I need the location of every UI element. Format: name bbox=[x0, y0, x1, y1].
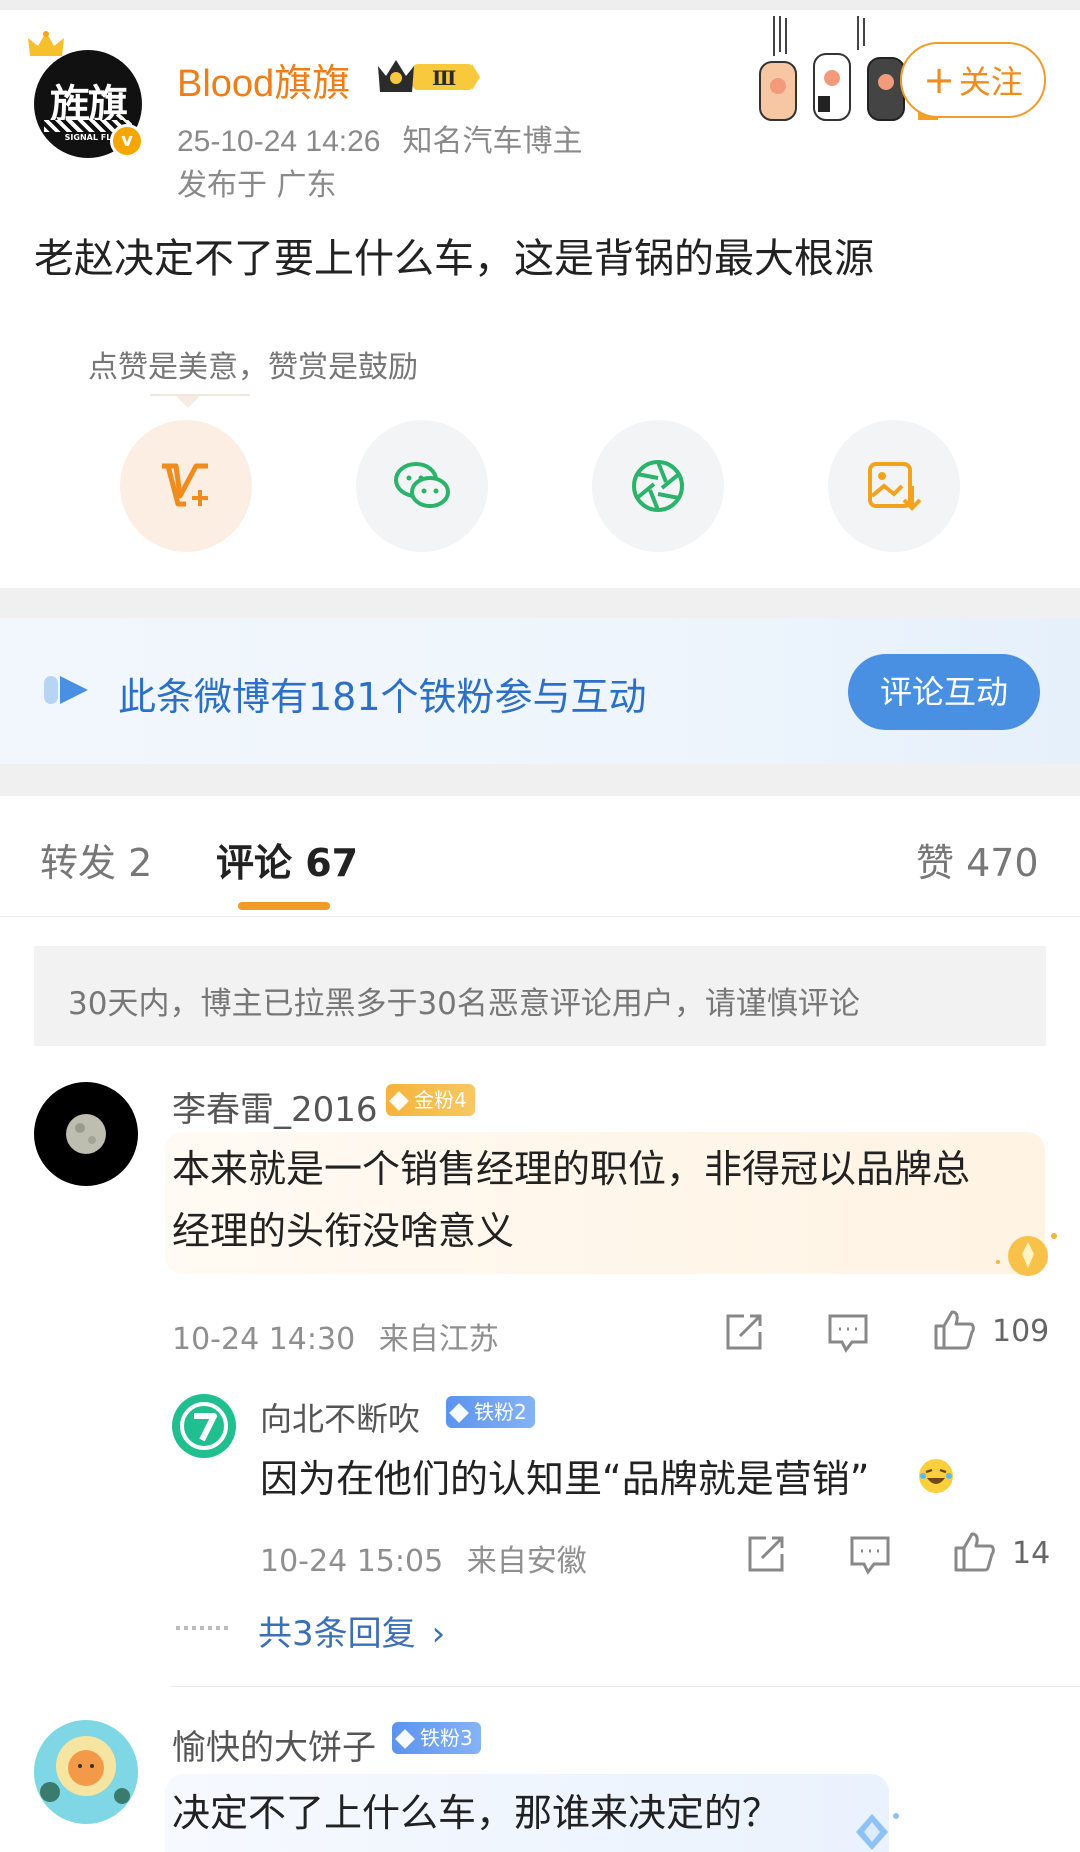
laughing-emoji-icon bbox=[919, 1459, 953, 1493]
fan-gem-icon bbox=[449, 1403, 469, 1423]
reply-avatar[interactable] bbox=[172, 1394, 236, 1458]
chevron-right-icon: › bbox=[431, 1614, 446, 1654]
tab-forward[interactable]: 转发 2 bbox=[40, 832, 152, 887]
like-thumb-icon[interactable] bbox=[952, 1530, 996, 1574]
commenter-avatar[interactable] bbox=[34, 1720, 138, 1824]
comment-icon[interactable] bbox=[826, 1310, 870, 1354]
commenter-name[interactable]: 愉快的大饼子 bbox=[172, 1720, 376, 1769]
fan-badge-label: 铁粉3 bbox=[420, 1726, 473, 1750]
tab-likes[interactable]: 赞 470 bbox=[916, 832, 1039, 887]
reply-source: 来自安徽 bbox=[466, 1544, 587, 1579]
comment-icon[interactable] bbox=[848, 1532, 892, 1576]
post-timestamp: 25-10-24 14:26 bbox=[177, 125, 381, 158]
view-replies-link[interactable]: 共3条回复 › bbox=[258, 1606, 445, 1655]
tab-comments[interactable]: 评论 67 bbox=[216, 832, 358, 887]
plus-icon: + bbox=[923, 58, 955, 102]
commenter-name[interactable]: 李春雷_2016 bbox=[172, 1082, 378, 1131]
fan-badge-label: 金粉4 bbox=[414, 1088, 467, 1112]
comment-time: 10-24 14:30 bbox=[172, 1322, 356, 1357]
fan-badge: 金粉4 bbox=[386, 1084, 475, 1116]
save-image-button[interactable] bbox=[828, 420, 960, 552]
reply-text: 因为在他们的认知里“品牌就是营销” bbox=[260, 1457, 870, 1501]
reward-hint: 点赞是美意，赞赏是鼓励 bbox=[88, 350, 418, 385]
author-title: 知名汽车博主 bbox=[402, 125, 583, 158]
verified-badge-icon: v bbox=[110, 124, 144, 158]
repost-icon[interactable] bbox=[722, 1310, 766, 1354]
replies-link-label: 共3条回复 bbox=[258, 1614, 416, 1654]
post-text: 老赵决定不了要上什么车，这是背锅的最大根源 bbox=[34, 236, 874, 282]
fan-badge: 铁粉3 bbox=[392, 1722, 481, 1754]
section-divider bbox=[0, 588, 1080, 618]
reward-button[interactable] bbox=[120, 420, 252, 552]
reward-hint-underline bbox=[150, 394, 250, 396]
gold-medal-decoration-icon bbox=[996, 1233, 1057, 1276]
tab-divider bbox=[0, 916, 1080, 917]
fans-interaction-text: 此条微博有181个铁粉参与互动 bbox=[118, 675, 647, 719]
fan-gem-icon bbox=[395, 1729, 415, 1749]
commenter-avatar[interactable] bbox=[34, 1082, 138, 1186]
moon-avatar-icon bbox=[66, 1114, 106, 1154]
author-name[interactable]: Blood旗旗 bbox=[177, 52, 350, 107]
share-wechat-button[interactable] bbox=[356, 420, 488, 552]
comment-source: 来自江苏 bbox=[378, 1322, 499, 1357]
replies-dots bbox=[176, 1626, 232, 1630]
fan-badge-label: 铁粉2 bbox=[474, 1400, 527, 1424]
comment-text: 本来就是一个销售经理的职位，非得冠以品牌总 经理的头衔没啥意义 bbox=[172, 1138, 970, 1262]
fan-badge: 铁粉2 bbox=[446, 1396, 535, 1428]
number-seven-avatar-icon bbox=[180, 1402, 228, 1450]
reply-user-name[interactable]: 向北不断吹 bbox=[260, 1394, 420, 1440]
crown-icon bbox=[28, 31, 64, 56]
vip-level: Ⅲ bbox=[432, 66, 456, 90]
like-count: 14 bbox=[1012, 1536, 1051, 1571]
moments-aperture-icon bbox=[632, 460, 684, 512]
follow-label: 关注 bbox=[958, 63, 1023, 101]
notice-text: 30天内，博主已拉黑多于30名恶意评论用户，请谨慎评论 bbox=[68, 986, 860, 1022]
blue-diamond-decoration-icon bbox=[856, 1813, 899, 1850]
comment-interact-button[interactable]: 评论互动 bbox=[848, 654, 1040, 730]
post-location: 发布于 广东 bbox=[177, 168, 337, 203]
reward-hint-caret-icon bbox=[176, 396, 200, 408]
fan-gem-icon bbox=[389, 1091, 409, 1111]
comment-notice: 30天内，博主已拉黑多于30名恶意评论用户，请谨慎评论 bbox=[34, 946, 1046, 1046]
wechat-icon bbox=[394, 462, 450, 508]
comment-separator bbox=[170, 1686, 1080, 1687]
share-moments-button[interactable] bbox=[592, 420, 724, 552]
reply-time: 10-24 15:05 bbox=[260, 1544, 444, 1579]
post-meta: 25-10-24 14:26 知名汽车博主 bbox=[177, 116, 583, 160]
top-strip bbox=[0, 0, 1080, 10]
fans-interaction-icon bbox=[44, 676, 88, 704]
reward-v-plus-icon bbox=[162, 463, 208, 507]
section-divider bbox=[0, 764, 1080, 796]
vip-crown-badge-icon[interactable]: Ⅲ bbox=[376, 56, 482, 96]
reply-meta: 10-24 15:05 来自安徽 bbox=[260, 1536, 587, 1580]
follow-button[interactable]: + 关注 bbox=[900, 42, 1046, 118]
comment-text: 决定不了上什么车，那谁来决定的？ bbox=[172, 1791, 781, 1835]
like-thumb-icon[interactable] bbox=[932, 1308, 976, 1352]
image-download-icon bbox=[868, 462, 922, 511]
comment-text-line: 经理的头衔没啥意义 bbox=[172, 1209, 515, 1253]
like-count: 109 bbox=[992, 1314, 1050, 1349]
comment-text-line: 本来就是一个销售经理的职位，非得冠以品牌总 bbox=[172, 1147, 971, 1191]
active-tab-indicator bbox=[238, 902, 330, 910]
repost-icon[interactable] bbox=[744, 1532, 788, 1576]
comment-meta: 10-24 14:30 来自江苏 bbox=[172, 1314, 499, 1358]
cartoon-sun-avatar-icon bbox=[40, 1736, 130, 1804]
